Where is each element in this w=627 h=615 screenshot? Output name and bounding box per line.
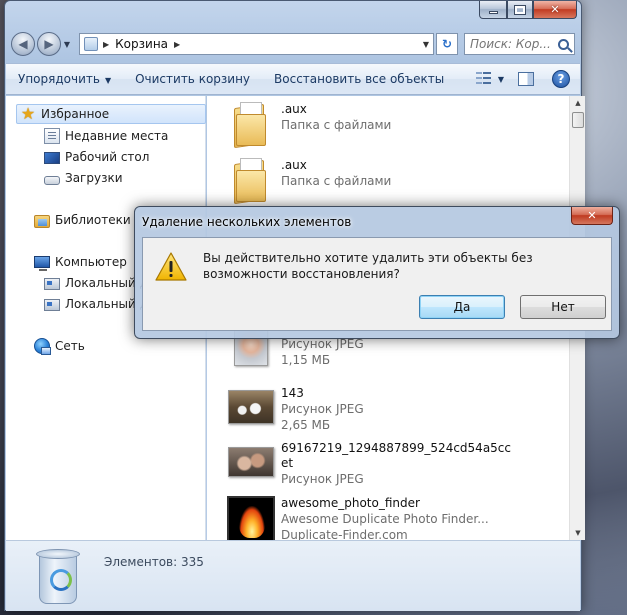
hard-drive-icon	[44, 278, 60, 290]
search-input[interactable]	[470, 37, 550, 51]
list-item[interactable]: 69167219_1294887899_524cd54a5cc et Рисун…	[227, 439, 511, 487]
file-name: .aux	[281, 102, 307, 116]
nav-item-desktop[interactable]: Рабочий стол	[44, 147, 149, 167]
nav-item-local-disk-1[interactable]: Локальный д	[44, 273, 148, 293]
chevron-down-icon[interactable]: ▼	[498, 75, 504, 84]
refresh-icon: ↻	[441, 37, 453, 51]
no-button[interactable]: Нет	[520, 295, 606, 319]
nav-label: Сеть	[55, 339, 85, 353]
breadcrumb-chevron-icon[interactable]: ▶	[103, 40, 109, 49]
scroll-down-button[interactable]: ▼	[570, 526, 586, 540]
recycle-bin-icon	[36, 549, 80, 605]
minimize-icon	[488, 11, 498, 14]
file-name: .aux	[281, 158, 307, 172]
items-count: Элементов: 335	[104, 555, 204, 569]
star-icon: ★	[20, 104, 36, 123]
nav-label: Недавние места	[65, 129, 169, 143]
nav-label: Библиотеки	[55, 213, 131, 227]
address-history-dropdown[interactable]: ▼	[423, 40, 429, 49]
close-icon: ✕	[587, 209, 597, 222]
nav-label: Загрузки	[65, 171, 123, 185]
maximize-button[interactable]	[507, 1, 533, 19]
downloads-icon	[44, 175, 60, 185]
dialog-message: Вы действительно хотите удалить эти объе…	[203, 251, 533, 281]
photo-thumbnail	[227, 439, 275, 485]
preview-pane-icon[interactable]	[518, 72, 534, 86]
refresh-button[interactable]: ↻	[436, 33, 458, 55]
list-item[interactable]: .aux Папка с файлами	[227, 100, 392, 149]
folder-icon	[227, 100, 275, 149]
address-bar[interactable]: ▶ Корзина ▶ ▼	[79, 33, 434, 55]
list-item[interactable]: awesome_photo_finder Awesome Duplicate P…	[227, 494, 489, 540]
back-button[interactable]: ◀	[11, 32, 35, 56]
app-icon	[227, 494, 275, 540]
chevron-down-icon: ▼	[104, 76, 112, 85]
back-arrow-icon: ◀	[18, 37, 28, 51]
search-box[interactable]	[464, 33, 575, 55]
yes-button[interactable]: Да	[419, 295, 505, 319]
warning-icon	[155, 252, 187, 282]
hard-drive-icon	[44, 299, 60, 311]
file-size: 2,65 МБ	[281, 418, 331, 432]
recent-pages-dropdown[interactable]: ▼	[61, 40, 73, 49]
maximize-icon	[514, 4, 526, 15]
forward-button[interactable]: ▶	[37, 32, 61, 56]
photo-thumbnail	[227, 384, 275, 430]
list-item[interactable]: 143 Рисунок JPEG 2,65 МБ	[227, 384, 364, 433]
desktop-icon	[44, 152, 60, 164]
nav-label: Рабочий стол	[65, 150, 150, 164]
address-row: ◀ ▶ ▼ ▶ Корзина ▶ ▼ ↻	[11, 31, 575, 57]
file-publisher: Duplicate-Finder.com	[281, 528, 408, 540]
window-caption-buttons: ✕	[479, 1, 577, 19]
recycle-bin-small-icon	[84, 37, 98, 51]
nav-item-recent-places[interactable]: Недавние места	[44, 126, 168, 146]
empty-recycle-bin-button[interactable]: Очистить корзину	[123, 72, 262, 86]
computer-icon	[34, 256, 50, 271]
network-icon	[34, 338, 51, 355]
file-type: Папка с файлами	[281, 118, 392, 132]
scroll-thumb[interactable]	[572, 112, 584, 128]
help-icon[interactable]: ?	[552, 70, 570, 88]
nav-label: Избранное	[41, 107, 110, 121]
nav-item-network[interactable]: Сеть	[34, 336, 85, 356]
recent-places-icon	[44, 128, 60, 144]
search-icon[interactable]	[558, 38, 569, 50]
command-bar-right: ▼ ?	[475, 70, 580, 88]
nav-item-computer[interactable]: Компьютер	[34, 252, 127, 272]
organize-button[interactable]: Упорядочить ▼	[6, 72, 123, 86]
file-type: Рисунок JPEG	[281, 472, 364, 486]
file-name-continued: et	[281, 456, 294, 470]
folder-icon	[227, 156, 275, 205]
file-name: 69167219_1294887899_524cd54a5cc	[281, 441, 511, 455]
file-type: Папка с файлами	[281, 174, 392, 188]
nav-item-downloads[interactable]: Загрузки	[44, 168, 123, 188]
dialog-close-button[interactable]: ✕	[571, 207, 613, 225]
restore-all-items-button[interactable]: Восстановить все объекты	[262, 72, 456, 86]
delete-confirmation-dialog: Удаление нескольких элементов ✕ Вы дейст…	[134, 206, 620, 339]
close-icon: ✕	[550, 3, 560, 16]
close-button[interactable]: ✕	[533, 1, 577, 19]
dialog-title: Удаление нескольких элементов	[142, 215, 352, 229]
breadcrumb-recycle-bin[interactable]: Корзина	[115, 37, 168, 51]
scroll-up-button[interactable]: ▲	[570, 96, 586, 110]
list-item[interactable]: .aux Папка с файлами	[227, 156, 392, 205]
breadcrumb-chevron-icon[interactable]: ▶	[174, 40, 180, 49]
organize-label: Упорядочить	[18, 72, 100, 86]
dialog-body: Вы действительно хотите удалить эти объе…	[142, 237, 612, 331]
nav-item-libraries[interactable]: Библиотеки	[34, 210, 131, 230]
minimize-button[interactable]	[479, 1, 507, 19]
change-view-icon[interactable]	[475, 72, 492, 86]
nav-item-favorites[interactable]: ★ Избранное	[16, 104, 206, 124]
libraries-icon	[34, 214, 50, 228]
file-type: Рисунок JPEG	[281, 402, 364, 416]
details-pane: Элементов: 335	[6, 540, 580, 611]
command-bar: Упорядочить ▼ Очистить корзину Восстанови…	[6, 63, 580, 95]
file-name: 143	[281, 386, 304, 400]
nav-item-local-disk-2[interactable]: Локальный д	[44, 294, 148, 314]
file-size: 1,15 МБ	[281, 353, 331, 367]
file-name: awesome_photo_finder	[281, 496, 420, 510]
nav-label: Компьютер	[55, 255, 127, 269]
file-type: Awesome Duplicate Photo Finder...	[281, 512, 489, 526]
forward-arrow-icon: ▶	[44, 37, 54, 51]
